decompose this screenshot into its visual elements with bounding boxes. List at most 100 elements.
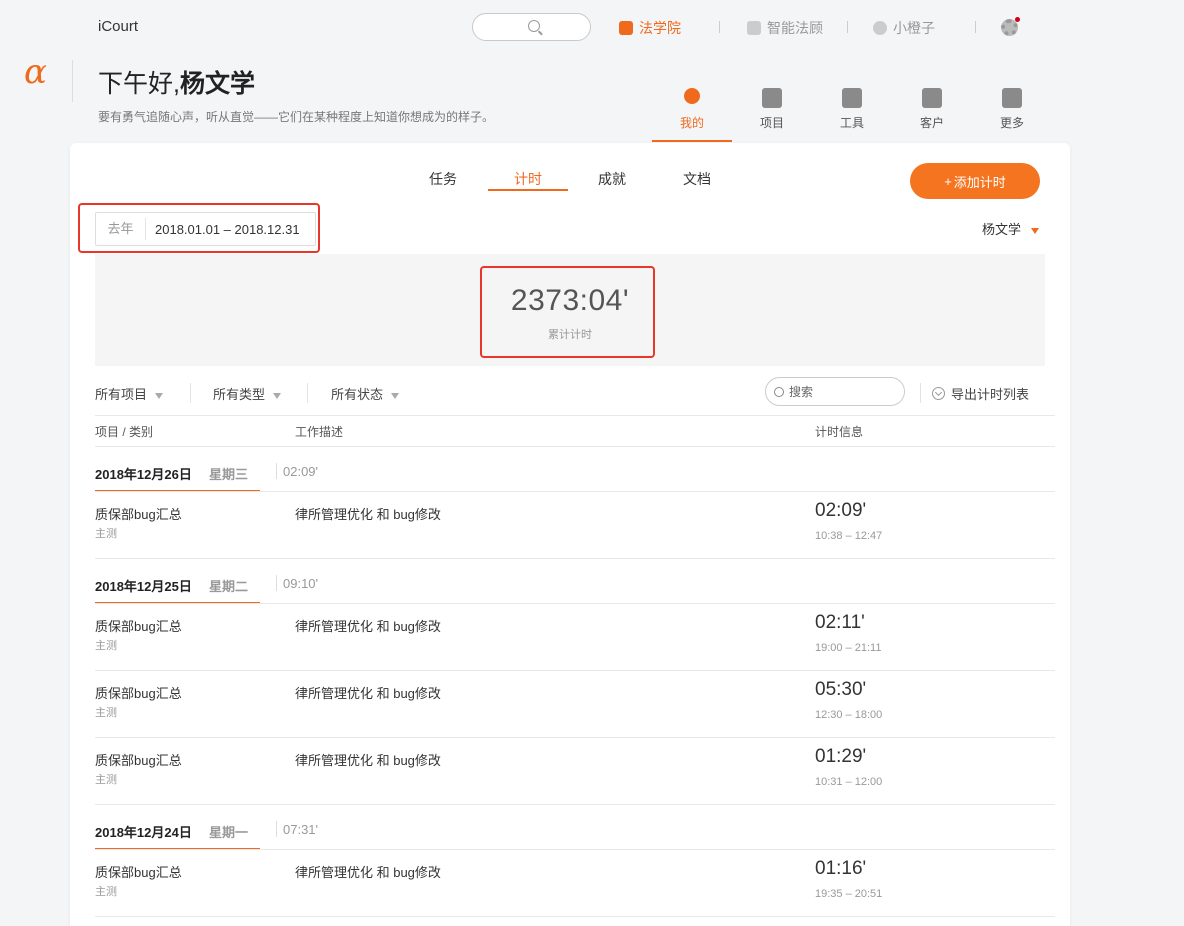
download-icon [932, 387, 945, 400]
active-tab-indicator [488, 189, 568, 191]
export-label: 导出计时列表 [951, 387, 1030, 402]
tab-documents[interactable]: 文档 [683, 169, 711, 189]
day-group-header: 2018年12月24日 星期一 07:31' [95, 805, 1055, 850]
play-icon [619, 21, 633, 35]
tab-achievements[interactable]: 成就 [598, 169, 626, 189]
module-tools[interactable]: 工具 [812, 88, 892, 131]
caret-down-icon [155, 392, 164, 399]
greeting: 下午好,杨文学 [98, 64, 255, 100]
greeting-prefix: 下午好, [98, 70, 180, 98]
divider [276, 463, 277, 479]
total-highlight [480, 266, 655, 358]
module-mine[interactable]: 我的 [652, 88, 732, 131]
column-header-timing: 计时信息 [815, 425, 864, 439]
day-total: 02:09' [283, 464, 319, 479]
entry-description: 律所管理优化 和 bug修改 [295, 753, 441, 768]
entry-description: 律所管理优化 和 bug修改 [295, 686, 441, 701]
entry-description: 律所管理优化 和 bug修改 [295, 619, 441, 634]
divider [719, 21, 720, 33]
module-label: 工具 [839, 116, 864, 130]
day-weekday: 星期二 [209, 579, 249, 594]
filter-label: 所有状态 [331, 387, 384, 402]
timing-row[interactable]: 质保部bug汇总 主测 律所管理优化 和 bug修改 02:11' 19:00 … [95, 604, 1055, 671]
entry-duration: 05:30' [815, 679, 867, 700]
entry-category: 主测 [95, 528, 117, 540]
divider [95, 916, 1055, 917]
module-label: 客户 [919, 116, 944, 130]
divider [276, 821, 277, 837]
topnav-label: 智能法顾 [767, 20, 823, 36]
export-button[interactable]: 导出计时列表 [932, 384, 1029, 403]
filter-status[interactable]: 所有状态 [331, 384, 400, 403]
day-weekday: 星期一 [209, 825, 249, 840]
topnav-label: 法学院 [639, 20, 681, 36]
timing-row[interactable]: 质保部bug汇总 主测 律所管理优化 和 bug修改 01:16' 19:35 … [95, 850, 1055, 917]
entry-duration: 01:16' [815, 858, 867, 879]
list-search-input[interactable]: 搜索 [765, 377, 905, 406]
filter-type[interactable]: 所有类型 [213, 384, 282, 403]
entry-project: 质保部bug汇总 [95, 619, 182, 634]
search-icon [774, 386, 784, 397]
add-timing-button[interactable]: + 添加计时 [910, 163, 1040, 199]
motto: 要有勇气追随心声，听从直觉——它们在某种程度上知道你想成为的样子。 [98, 110, 495, 124]
user-icon [684, 88, 700, 104]
day-total: 09:10' [283, 576, 319, 591]
timing-card: 任务 计时 成就 文档 + 添加计时 去年 2018.01.01 – 2018.… [70, 143, 1070, 926]
entry-project: 质保部bug汇总 [95, 507, 182, 522]
topnav-law-school[interactable]: 法学院 [619, 18, 681, 38]
date-preset[interactable]: 去年 [96, 218, 146, 240]
entry-project: 质保部bug汇总 [95, 865, 182, 880]
day-total: 07:31' [283, 822, 319, 837]
day-date: 2018年12月25日 [95, 579, 192, 594]
divider [95, 415, 1055, 416]
tab-timing[interactable]: 计时 [514, 169, 542, 189]
entry-description: 律所管理优化 和 bug修改 [295, 865, 441, 880]
module-more[interactable]: 更多 [972, 88, 1052, 131]
filter-project[interactable]: 所有项目 [95, 384, 164, 403]
topnav-label: 小橙子 [893, 20, 935, 36]
date-range[interactable]: 2018.01.01 – 2018.12.31 [146, 222, 300, 237]
user-select[interactable]: 杨文学 [982, 219, 1040, 238]
tab-tasks[interactable]: 任务 [429, 169, 457, 189]
timing-row[interactable]: 质保部bug汇总 主测 律所管理优化 和 bug修改 02:09' 10:38 … [95, 492, 1055, 559]
entry-time-span: 10:38 – 12:47 [815, 530, 883, 542]
module-label: 更多 [999, 116, 1024, 130]
topnav-assistant[interactable]: 小橙子 [873, 18, 935, 38]
divider [847, 21, 848, 33]
app-brand: iCourt [98, 18, 139, 35]
divider [72, 60, 73, 102]
entry-time-span: 19:35 – 20:51 [815, 888, 883, 900]
notification-dot [1015, 17, 1020, 22]
global-search-input[interactable] [472, 13, 591, 41]
divider [190, 383, 191, 403]
entry-category: 主测 [95, 640, 117, 652]
entry-category: 主测 [95, 707, 117, 719]
module-clients[interactable]: 客户 [892, 88, 972, 131]
divider [920, 383, 921, 403]
module-projects[interactable]: 项目 [732, 88, 812, 131]
date-range-picker[interactable]: 去年 2018.01.01 – 2018.12.31 [95, 212, 316, 246]
topnav-smart-counsel[interactable]: 智能法顾 [747, 18, 823, 38]
divider [975, 21, 976, 33]
entry-duration: 02:11' [815, 612, 865, 633]
tools-icon [842, 88, 862, 108]
module-label: 我的 [679, 116, 704, 130]
plus-icon: + [944, 173, 952, 189]
day-date: 2018年12月24日 [95, 825, 192, 840]
divider [307, 383, 308, 403]
module-label: 项目 [759, 116, 784, 130]
filter-label: 所有类型 [213, 387, 266, 402]
filter-label: 所有项目 [95, 387, 148, 402]
user-select-value: 杨文学 [982, 222, 1022, 237]
timing-row[interactable]: 质保部bug汇总 主测 律所管理优化 和 bug修改 05:30' 12:30 … [95, 671, 1055, 738]
caret-down-icon [273, 392, 282, 399]
more-apps-icon [1002, 88, 1022, 108]
greeting-name: 杨文学 [179, 70, 255, 98]
entry-description: 律所管理优化 和 bug修改 [295, 507, 441, 522]
contact-card-icon [922, 88, 942, 108]
entry-duration: 01:29' [815, 746, 867, 767]
timing-row[interactable]: 质保部bug汇总 主测 律所管理优化 和 bug修改 01:29' 10:31 … [95, 738, 1055, 805]
day-date: 2018年12月26日 [95, 467, 192, 482]
day-weekday: 星期三 [209, 467, 249, 482]
add-timing-label: 添加计时 [953, 174, 1006, 190]
